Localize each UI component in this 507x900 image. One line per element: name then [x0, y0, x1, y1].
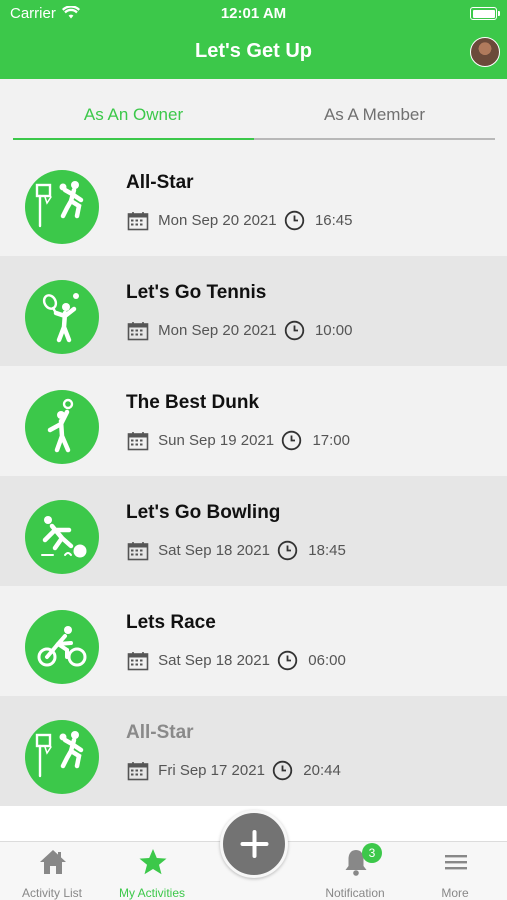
- activity-list: All-Star Mon Sep 20 2021 16:45 Let's Go …: [0, 146, 507, 806]
- activity-date: Mon Sep 20 2021: [158, 322, 277, 339]
- activity-schedule: Sun Sep 19 2021 17:00: [127, 430, 350, 451]
- tab-more[interactable]: More: [405, 842, 505, 900]
- activity-time: 18:45: [308, 542, 346, 559]
- activity-date: Mon Sep 20 2021: [158, 212, 277, 229]
- calendar-icon: [127, 651, 149, 671]
- status-time: 12:01 AM: [220, 5, 287, 22]
- clock-icon: [284, 320, 305, 341]
- activity-date: Sun Sep 19 2021: [158, 432, 275, 449]
- volleyball-icon: [25, 390, 99, 464]
- calendar-icon: [127, 321, 149, 341]
- app-header: Carrier 12:01 AM Let's Get Up: [0, 0, 507, 79]
- star-icon: [138, 847, 168, 877]
- basketball-icon: [25, 720, 99, 794]
- activity-row[interactable]: The Best Dunk Sun Sep 19 2021 17:00: [0, 366, 507, 476]
- activity-schedule: Fri Sep 17 2021 20:44: [127, 760, 341, 781]
- activity-name: Let's Go Bowling: [126, 502, 281, 523]
- activity-name: Lets Race: [126, 612, 216, 633]
- tab-my-activities[interactable]: My Activities: [102, 842, 202, 900]
- clock-icon: [272, 760, 293, 781]
- activity-row[interactable]: All-Star Fri Sep 17 2021 20:44: [0, 696, 507, 806]
- tab-notification[interactable]: 3 Notification: [305, 842, 405, 900]
- basketball-icon: [25, 170, 99, 244]
- activity-date: Sat Sep 18 2021: [158, 652, 270, 669]
- activity-name: All-Star: [126, 722, 194, 743]
- activity-time: 06:00: [308, 652, 346, 669]
- tab-label: Activity List: [21, 886, 82, 900]
- tab-label: More: [441, 886, 469, 900]
- activity-name: All-Star: [126, 172, 194, 193]
- tab-label: My Activities: [118, 886, 185, 900]
- activity-schedule: Mon Sep 20 2021 16:45: [127, 210, 353, 231]
- tab-indicator-owner: [13, 138, 254, 140]
- tab-as-member[interactable]: As A Member: [254, 105, 495, 125]
- tab-as-owner[interactable]: As An Owner: [13, 105, 254, 125]
- activity-name: The Best Dunk: [126, 392, 260, 413]
- activity-row[interactable]: Lets Race Sat Sep 18 2021 06:00: [0, 586, 507, 696]
- activity-time: 20:44: [303, 762, 341, 779]
- activity-time: 16:45: [314, 212, 353, 229]
- activity-name: Let's Go Tennis: [126, 282, 267, 303]
- clock-icon: [281, 430, 302, 451]
- activity-time: 17:00: [312, 432, 350, 449]
- avatar[interactable]: [470, 37, 500, 67]
- activity-row[interactable]: Let's Go Bowling Sat Sep 18 2021 18:45: [0, 476, 507, 586]
- activity-row[interactable]: Let's Go Tennis Mon Sep 20 2021 10:00: [0, 256, 507, 366]
- plus-icon: [240, 830, 269, 858]
- tab-activity-list[interactable]: Activity List: [2, 842, 102, 900]
- activity-date: Sat Sep 18 2021: [158, 542, 270, 559]
- calendar-icon: [127, 761, 149, 781]
- calendar-icon: [127, 431, 149, 451]
- battery-icon: [470, 7, 500, 20]
- activity-schedule: Sat Sep 18 2021 06:00: [127, 650, 346, 671]
- calendar-icon: [127, 541, 149, 561]
- activity-date: Fri Sep 17 2021: [158, 762, 265, 779]
- notification-badge: 3: [362, 843, 382, 863]
- tennis-icon: [25, 280, 99, 354]
- calendar-icon: [127, 211, 149, 231]
- tab-label: Notification: [325, 886, 385, 900]
- activity-row[interactable]: All-Star Mon Sep 20 2021 16:45: [0, 146, 507, 256]
- menu-icon: [441, 847, 471, 877]
- bowling-icon: [25, 500, 99, 574]
- cycling-icon: [25, 610, 99, 684]
- page-title: Let's Get Up: [195, 40, 312, 62]
- activity-schedule: Sat Sep 18 2021 18:45: [127, 540, 346, 561]
- ownership-tabs: As An Owner As A Member: [0, 79, 507, 146]
- clock-icon: [277, 540, 298, 561]
- activity-schedule: Mon Sep 20 2021 10:00: [127, 320, 353, 341]
- activity-time: 10:00: [314, 322, 353, 339]
- clock-icon: [277, 650, 298, 671]
- tab-indicator-member: [254, 138, 495, 140]
- add-activity-button[interactable]: [220, 810, 288, 878]
- status-bar: Carrier 12:01 AM: [10, 5, 500, 25]
- clock-icon: [284, 210, 305, 231]
- home-icon: [38, 847, 68, 877]
